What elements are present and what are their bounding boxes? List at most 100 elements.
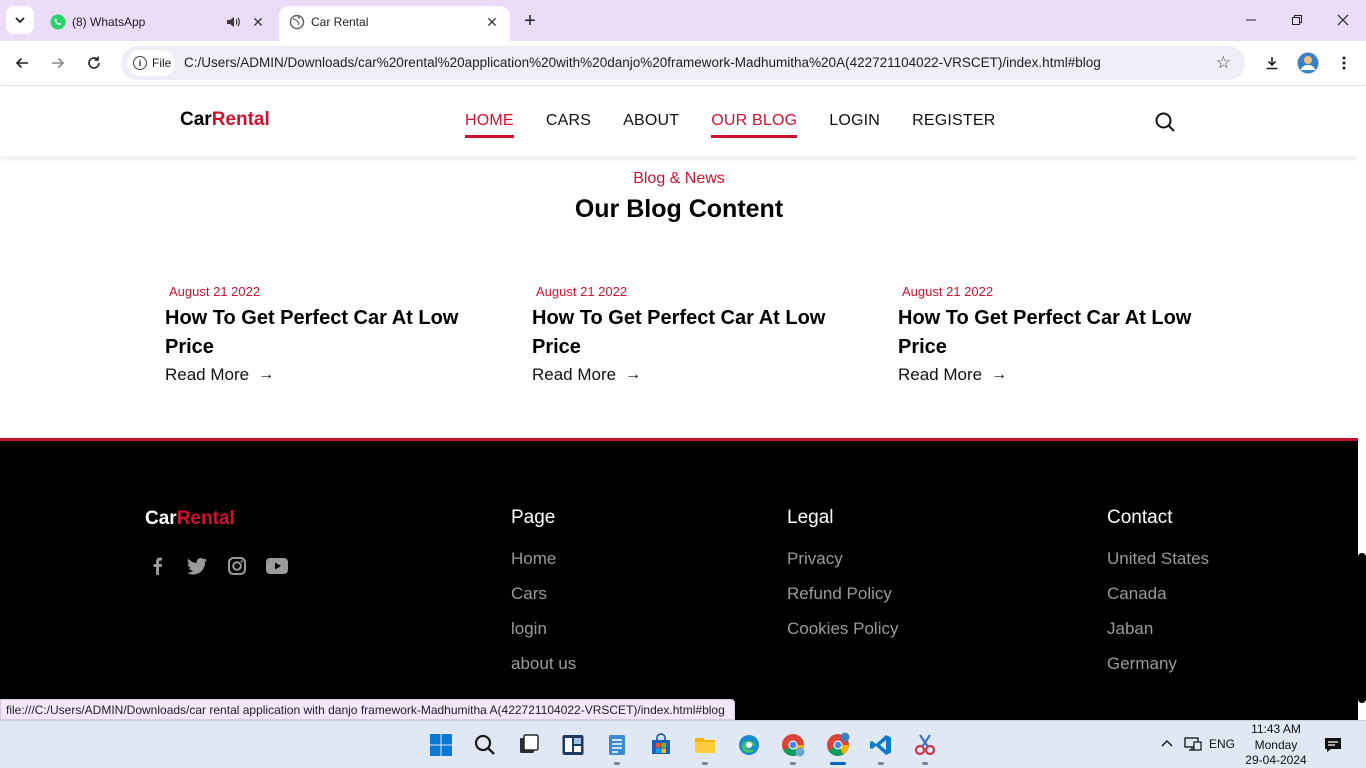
post-title[interactable]: How To Get Perfect Car At Low Price (165, 304, 485, 362)
taskbar-notepad[interactable] (601, 729, 633, 765)
post-title[interactable]: How To Get Perfect Car At Low Price (532, 304, 852, 362)
language-indicator[interactable]: ENG (1209, 737, 1235, 751)
tab-search-button[interactable] (6, 6, 34, 34)
nav-register[interactable]: REGISTER (912, 112, 995, 138)
store-icon (652, 733, 670, 754)
info-icon: i (133, 56, 147, 70)
read-more-link[interactable]: Read More → (532, 365, 641, 385)
tab-title: Car Rental (311, 15, 369, 29)
notifications-button[interactable] (1323, 735, 1343, 758)
tab-car-rental[interactable]: Car Rental ✕ (279, 6, 510, 41)
profile-button[interactable] (1294, 49, 1322, 77)
network-button[interactable] (1184, 736, 1202, 755)
post-title[interactable]: How To Get Perfect Car At Low Price (898, 304, 1218, 362)
youtube-icon[interactable] (265, 556, 289, 576)
url-text[interactable]: C:/Users/ADMIN/Downloads/car%20rental%20… (184, 55, 1101, 70)
footer-link-refund-policy[interactable]: Refund Policy (787, 584, 892, 604)
restore-button[interactable] (1274, 0, 1320, 40)
start-button[interactable] (425, 729, 457, 761)
running-indicator (790, 762, 796, 765)
logo-part-rental: Rental (176, 508, 235, 529)
footer-link-canada[interactable]: Canada (1107, 584, 1167, 604)
footer-logo[interactable]: CarRental (145, 508, 235, 530)
close-tab-icon[interactable]: ✕ (248, 12, 268, 32)
footer-link-login[interactable]: login (511, 619, 547, 639)
taskbar-chrome-profile-2[interactable] (822, 729, 854, 765)
read-more-label: Read More (532, 365, 617, 384)
minimize-button[interactable] (1228, 0, 1274, 40)
post-date: August 21 2022 (169, 284, 261, 299)
site-info-chip[interactable]: i File (127, 50, 175, 76)
tab-title: (8) WhatsApp (72, 15, 146, 29)
bookmark-star-icon[interactable]: ☆ (1216, 53, 1231, 73)
search-icon[interactable] (1153, 110, 1177, 134)
tab-whatsapp[interactable]: (8) WhatsApp ✕ (40, 6, 276, 41)
browser-menu-button[interactable] (1330, 49, 1358, 77)
footer-link-germany[interactable]: Germany (1107, 654, 1177, 674)
footer-link-cars[interactable]: Cars (511, 584, 547, 604)
browser-tab-bar: (8) WhatsApp ✕ Car Rental ✕ + (0, 0, 1366, 41)
nav-home[interactable]: HOME (465, 112, 514, 138)
nav-our-blog[interactable]: OUR BLOG (711, 112, 798, 138)
read-more-link[interactable]: Read More → (898, 365, 1007, 385)
footer-link-cookies-policy[interactable]: Cookies Policy (787, 619, 899, 639)
back-button[interactable] (8, 49, 36, 77)
forward-button[interactable] (44, 49, 72, 77)
widgets-icon (562, 735, 584, 755)
taskbar-chrome-profile-1[interactable] (777, 729, 809, 765)
show-hidden-icons-button[interactable] (1160, 737, 1174, 754)
avatar (1297, 52, 1319, 74)
reload-button[interactable] (80, 49, 108, 77)
close-window-button[interactable] (1320, 0, 1366, 40)
taskbar-snipping-tool[interactable] (909, 729, 941, 765)
read-more-link[interactable]: Read More → (165, 365, 274, 385)
windows-taskbar: ENG 11:43 AM Monday 29-04-2024 (0, 720, 1366, 768)
chrome-icon (827, 732, 850, 756)
taskbar-vscode[interactable] (865, 729, 897, 765)
site-footer (0, 438, 1358, 720)
task-view-button[interactable] (513, 729, 545, 761)
footer-link-privacy[interactable]: Privacy (787, 549, 843, 569)
footer-link-about-us[interactable]: about us (511, 654, 576, 674)
read-more-label: Read More (898, 365, 983, 384)
downloads-button[interactable] (1258, 49, 1286, 77)
nav-cars[interactable]: CARS (546, 112, 591, 138)
site-logo[interactable]: CarRental (180, 109, 270, 131)
footer-legal-title: Legal (787, 507, 834, 528)
system-clock[interactable]: 11:43 AM Monday 29-04-2024 (1238, 722, 1314, 768)
close-tab-icon[interactable]: ✕ (482, 12, 502, 32)
footer-link-home[interactable]: Home (511, 549, 556, 569)
twitter-icon[interactable] (185, 556, 209, 576)
arrow-right-icon: → (625, 366, 642, 383)
footer-link-united-states[interactable]: United States (1107, 549, 1209, 569)
close-icon (1337, 14, 1349, 26)
scrollbar-thumb[interactable] (1358, 553, 1366, 703)
task-view-icon (520, 734, 539, 753)
taskbar-store[interactable] (645, 729, 677, 761)
widgets-button[interactable] (557, 729, 589, 761)
site-header: CarRental HOME CARS ABOUT OUR BLOG LOGIN… (0, 87, 1358, 156)
nav-about[interactable]: ABOUT (623, 112, 679, 138)
facebook-icon[interactable] (145, 556, 169, 576)
chrome-icon (782, 734, 805, 757)
main-nav: HOME CARS ABOUT OUR BLOG LOGIN REGISTER (465, 112, 1027, 138)
clock-time: 11:43 AM (1251, 722, 1301, 736)
logo-part-rental: Rental (211, 109, 270, 130)
taskbar-file-explorer[interactable] (689, 729, 721, 765)
address-bar[interactable]: i File C:/Users/ADMIN/Downloads/car%20re… (121, 46, 1245, 80)
footer-link-jaban[interactable]: Jaban (1107, 619, 1153, 639)
running-indicator (878, 762, 884, 765)
chevron-up-icon (1161, 740, 1173, 747)
notification-icon (1325, 738, 1341, 752)
windows-logo-icon (430, 734, 452, 756)
nav-login[interactable]: LOGIN (829, 112, 880, 138)
arrow-right-icon: → (991, 366, 1008, 383)
taskbar-edge[interactable] (733, 729, 765, 761)
download-icon (1266, 57, 1278, 70)
speaker-icon[interactable] (225, 14, 241, 30)
new-tab-button[interactable]: + (518, 9, 542, 33)
taskbar-search[interactable] (469, 729, 501, 761)
instagram-icon[interactable] (225, 556, 249, 576)
clock-date: 29-04-2024 (1245, 753, 1307, 767)
logo-part-car: Car (145, 508, 177, 529)
